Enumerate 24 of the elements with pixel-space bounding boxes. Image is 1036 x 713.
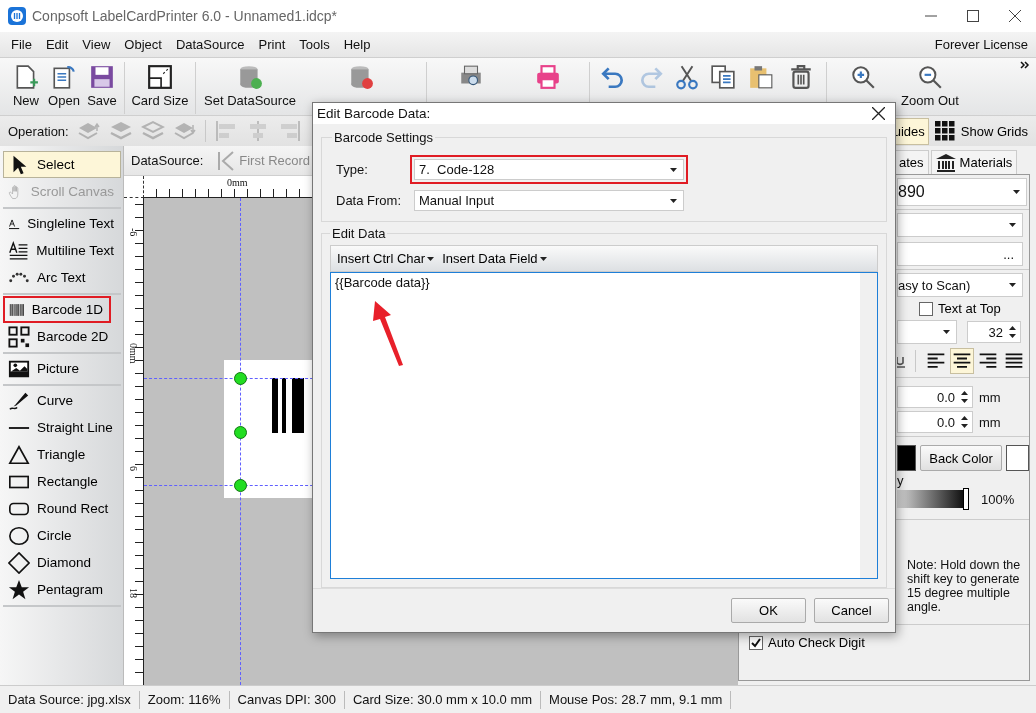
- unit-label: mm: [979, 389, 1001, 405]
- status-item: Card Size: 30.0 mm x 10.0 mm: [344, 690, 542, 709]
- group-label: Edit Data: [331, 226, 387, 241]
- ruler-label: 0mm: [227, 178, 248, 188]
- field-label: Data From:: [335, 193, 402, 208]
- status-item: Canvas DPI: 300: [229, 690, 345, 709]
- partial-label: y: [897, 473, 905, 488]
- window-title: Conpsoft LabelCardPrinter 6.0 - Unnamed1.idcp*: [32, 8, 338, 24]
- ruler-label: 18: [128, 588, 138, 598]
- field-label: Type:: [335, 162, 369, 177]
- status-item: Mouse Pos: 28.7 mm, 9.1 mm: [541, 690, 732, 709]
- datasource-label: DataSource:: [131, 153, 204, 168]
- license-label: Forever License: [934, 37, 1028, 52]
- unit-label: mm: [979, 414, 1001, 430]
- opacity-reading: 100%: [981, 491, 1015, 507]
- status-item: Zoom: 116%: [139, 690, 230, 709]
- dialog-title: Edit Barcode Data:: [317, 106, 431, 121]
- ruler-label: 6: [128, 466, 138, 471]
- operation-label: Operation:: [8, 123, 69, 139]
- ruler-label: 0mm: [128, 343, 138, 364]
- status-item: Data Source: jpg.xlsx: [0, 690, 140, 709]
- note-text: Note: Hold down the shift key to generate 15 degree multiple angle.: [906, 558, 1021, 614]
- group-label: Barcode Settings: [333, 130, 434, 145]
- ruler-label: -6: [128, 228, 138, 237]
